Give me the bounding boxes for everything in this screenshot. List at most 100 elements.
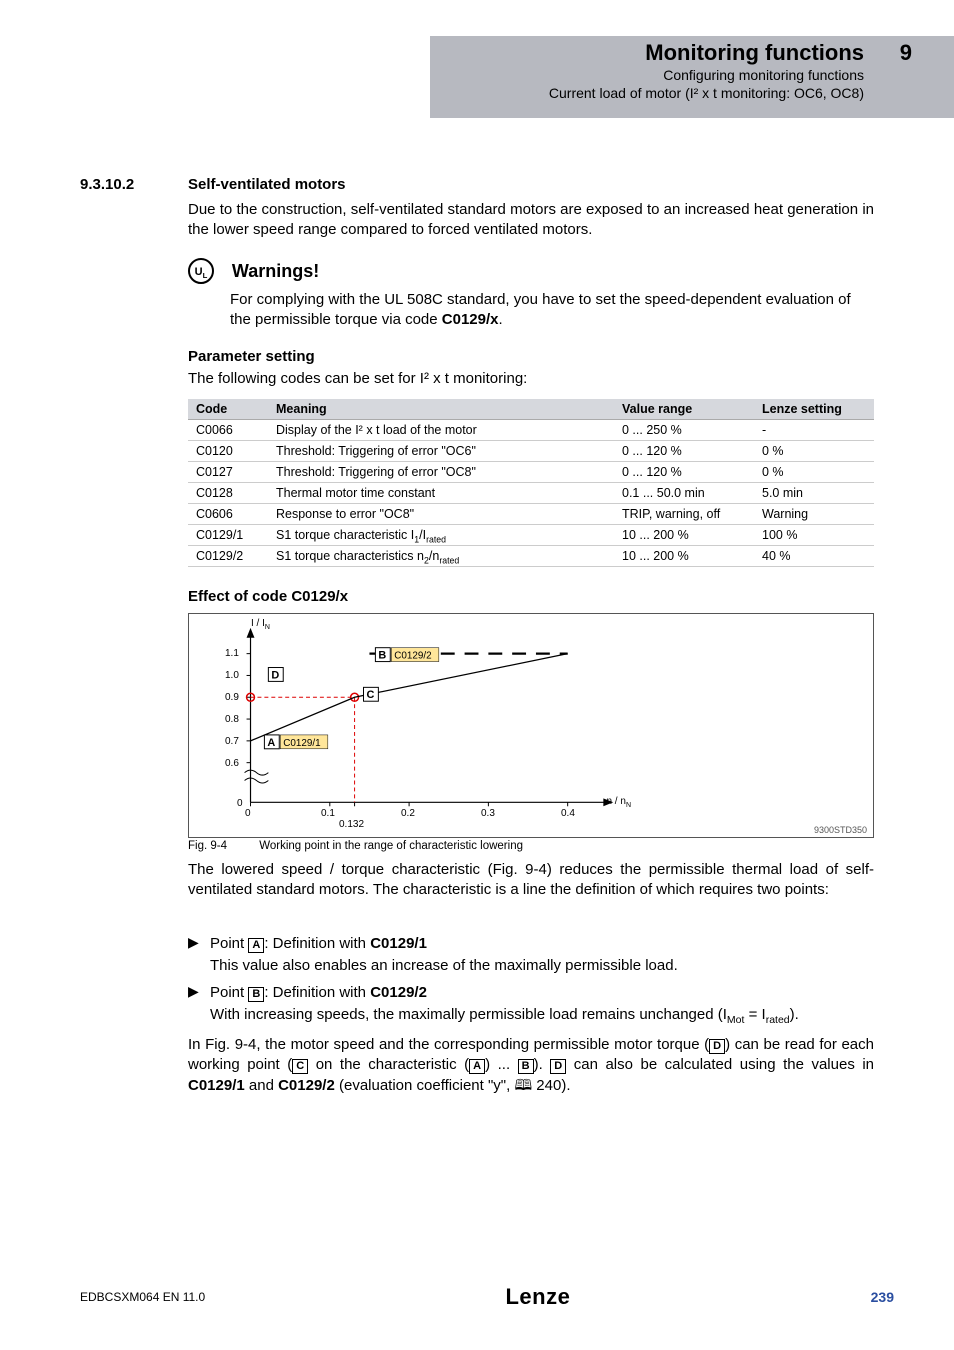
bullet-2-sub: With increasing speeds, the maximally pe… [210, 1005, 874, 1025]
xtick-extra: 0.132 [339, 819, 364, 830]
svg-text:B: B [378, 650, 386, 662]
t: Point [210, 935, 248, 952]
table-row: C0129/1S1 torque characteristic I1/Irate… [188, 525, 874, 546]
chart-ref: 9300STD350 [814, 825, 867, 835]
bullet-2: ▶ Point B: Definition with C0129/2 [188, 983, 874, 1003]
th-meaning: Meaning [268, 399, 614, 420]
cell: TRIP, warning, off [614, 504, 754, 525]
cell: 0 ... 120 % [614, 441, 754, 462]
cell: C0128 [188, 483, 268, 504]
lenze-logo: Lenze [505, 1284, 570, 1310]
footer: EDBCSXM064 EN 11.0 Lenze 239 [80, 1284, 894, 1310]
t: and [245, 1077, 278, 1094]
cell: 100 % [754, 525, 874, 546]
header-title: Monitoring functions [444, 40, 864, 66]
x-axis-label: n / nN [606, 796, 631, 807]
t: C0129/2 [370, 984, 427, 1001]
chapter-number: 9 [900, 40, 912, 66]
ytick: 0.6 [225, 758, 239, 769]
cell: C0120 [188, 441, 268, 462]
warnings-block: UL Warnings! For complying with the UL 5… [188, 258, 874, 331]
y-axis-label: I / IN [251, 618, 270, 629]
section-title: Self-ventilated motors [188, 176, 874, 193]
warnings-title: Warnings! [232, 261, 319, 282]
cell: 40 % [754, 546, 874, 567]
ytick0: 0 [237, 798, 243, 809]
ytick: 0.7 [225, 736, 239, 747]
xtick: 0.1 [321, 808, 335, 819]
table-row: C0120Threshold: Triggering of error "OC6… [188, 441, 874, 462]
sq-a: A [248, 938, 264, 953]
svg-text:C: C [366, 689, 374, 701]
cell: 5.0 min [754, 483, 874, 504]
page-number: 239 [871, 1289, 894, 1305]
effect-heading: Effect of code C0129/x [188, 588, 874, 605]
bullets: ▶ Point A: Definition with C0129/1 This … [188, 928, 874, 1096]
cell: 10 ... 200 % [614, 525, 754, 546]
cell: C0127 [188, 462, 268, 483]
xtick: 0.2 [401, 808, 415, 819]
t: ). [534, 1056, 551, 1073]
xtick: 0.4 [561, 808, 575, 819]
cell: Threshold: Triggering of error "OC8" [268, 462, 614, 483]
cell: Display of the I² x t load of the motor [268, 420, 614, 441]
cell: S1 torque characteristic I1/Irated [268, 525, 614, 546]
chart: A B C D C0129/1 C0129/2 I / IN n / nN 1.… [188, 613, 874, 838]
t: ) ... [485, 1056, 518, 1073]
bullet-1-sub: This value also enables an increase of t… [210, 956, 874, 976]
t: on the characteristic ( [308, 1056, 469, 1073]
effect-block: Effect of code C0129/x [188, 588, 874, 852]
section-intro: Due to the construction, self-ventilated… [188, 200, 874, 241]
table-row: C0127Threshold: Triggering of error "OC8… [188, 462, 874, 483]
warnings-text-a: For complying with the UL 508C standard,… [230, 291, 851, 328]
t: ). [790, 1006, 799, 1023]
t: C0129/1 [370, 935, 427, 952]
bullet-2-text: Point B: Definition with C0129/2 [210, 983, 427, 1003]
svg-text:C0129/1: C0129/1 [283, 738, 321, 749]
cell: 0 % [754, 441, 874, 462]
svg-text:D: D [271, 669, 279, 681]
param-table: Code Meaning Value range Lenze setting C… [188, 399, 874, 567]
cell: 0.1 ... 50.0 min [614, 483, 754, 504]
t: C0129/1 [188, 1077, 245, 1094]
ytick: 1.0 [225, 670, 239, 681]
final-para: In Fig. 9-4, the motor speed and the cor… [188, 1035, 874, 1096]
th-code: Code [188, 399, 268, 420]
after-fig-para: The lowered speed / torque characteristi… [188, 860, 874, 901]
svg-text:C0129/2: C0129/2 [394, 651, 432, 662]
fig-text: Working point in the range of characteri… [259, 840, 523, 852]
t: With increasing speeds, the maximally pe… [210, 1006, 727, 1023]
header-bar: Monitoring functions Configuring monitor… [430, 36, 954, 118]
table-header-row: Code Meaning Value range Lenze setting [188, 399, 874, 420]
ytick: 0.8 [225, 714, 239, 725]
figure-caption: Fig. 9-4 Working point in the range of c… [188, 840, 874, 852]
warnings-code: C0129/x [442, 311, 499, 328]
warnings-text: For complying with the UL 508C standard,… [230, 290, 874, 331]
param-setting: Parameter setting The following codes ca… [188, 348, 874, 567]
th-range: Value range [614, 399, 754, 420]
t: can also be calculated using the values … [566, 1056, 874, 1073]
cell: 10 ... 200 % [614, 546, 754, 567]
warnings-text-b: . [499, 311, 503, 328]
bullet-1: ▶ Point A: Definition with C0129/1 [188, 934, 874, 954]
cell: 0 ... 250 % [614, 420, 754, 441]
cell: - [754, 420, 874, 441]
bullet-icon: ▶ [188, 934, 210, 954]
sq-b: B [248, 987, 264, 1002]
xtick: 0.3 [481, 808, 495, 819]
cell: Thermal motor time constant [268, 483, 614, 504]
doc-id: EDBCSXM064 EN 11.0 [80, 1290, 205, 1304]
cell: C0129/2 [188, 546, 268, 567]
fig-num: Fig. 9-4 [188, 840, 256, 852]
header-sub1: Configuring monitoring functions [444, 66, 864, 84]
sq-b2: B [518, 1059, 534, 1074]
t: (evaluation coefficient "y", 🕮 240). [335, 1077, 571, 1094]
cell: Threshold: Triggering of error "OC6" [268, 441, 614, 462]
ul-icon: UL [188, 258, 214, 284]
sq-a2: A [469, 1059, 485, 1074]
sq-d2: D [550, 1059, 566, 1074]
table-row: C0606Response to error "OC8"TRIP, warnin… [188, 504, 874, 525]
t: In Fig. 9-4, the motor speed and the cor… [188, 1036, 709, 1053]
xtick: 0 [245, 808, 251, 819]
svg-text:A: A [267, 737, 275, 749]
